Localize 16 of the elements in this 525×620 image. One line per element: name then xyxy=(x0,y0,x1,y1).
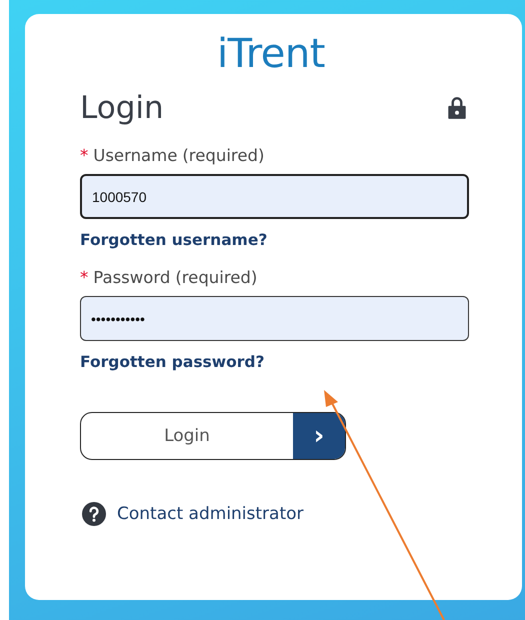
field-hint: (required) xyxy=(182,146,264,165)
required-asterisk: * xyxy=(80,268,88,287)
input-field[interactable]: 1000570 xyxy=(80,174,469,219)
contact-administrator-link[interactable]: Contact administrator xyxy=(117,504,304,524)
lock-icon xyxy=(447,96,467,120)
field-hint: (required) xyxy=(175,268,258,287)
itrent-logo: iTrent xyxy=(217,32,325,76)
field-label: Password xyxy=(93,268,170,287)
login-heading: Login xyxy=(80,89,164,128)
required-asterisk: * xyxy=(80,146,88,165)
field-label: Username xyxy=(93,146,178,165)
forgotten-link[interactable]: Forgotten password? xyxy=(80,352,264,372)
input-field[interactable]: ••••••••••• xyxy=(80,296,469,341)
login-button[interactable]: Login › xyxy=(80,412,346,460)
help-icon xyxy=(82,502,106,526)
forgotten-link[interactable]: Forgotten username? xyxy=(80,230,268,250)
